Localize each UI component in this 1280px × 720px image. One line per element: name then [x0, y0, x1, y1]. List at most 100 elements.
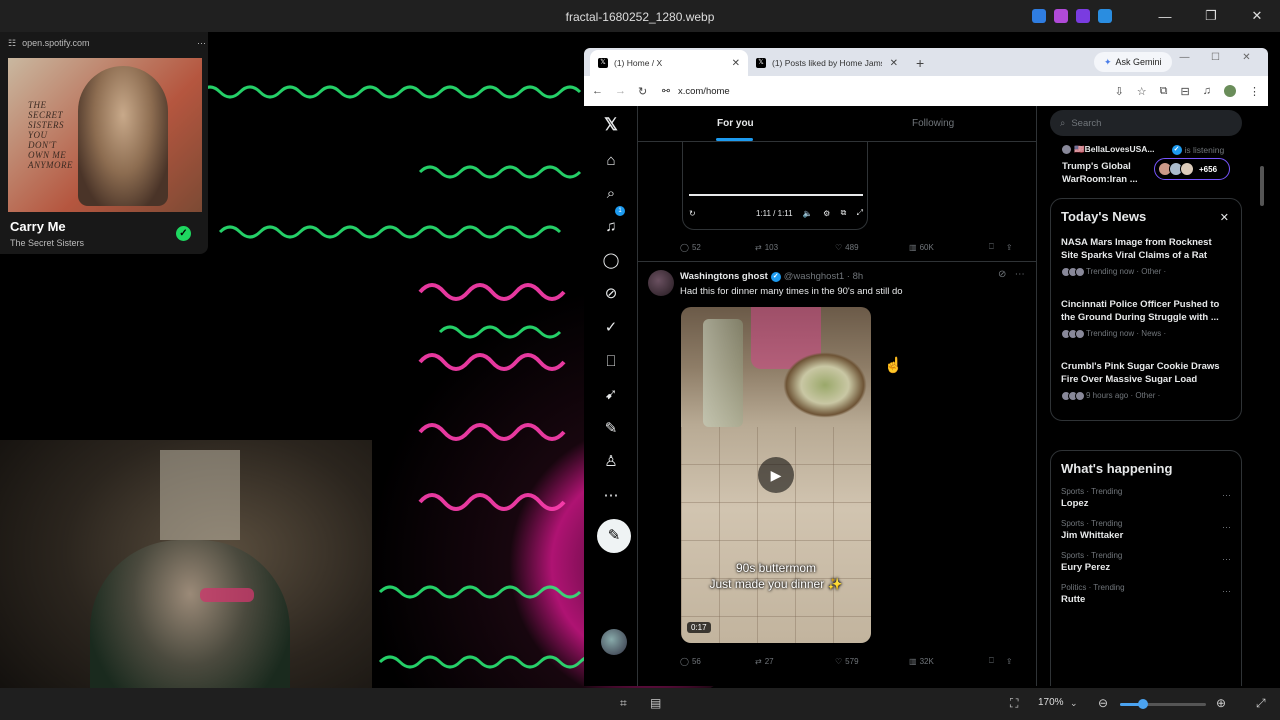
ask-gemini-button[interactable]: ✦ Ask Gemini [1094, 52, 1172, 72]
post-author-avatar[interactable] [648, 270, 674, 296]
menu-icon[interactable]: ⋮ [1249, 85, 1260, 98]
video-progress-bar[interactable] [689, 194, 863, 196]
grok-icon[interactable]: ⊘ [601, 284, 621, 304]
notifications-bell-icon[interactable]: ♫ [601, 217, 621, 237]
close-tab-icon[interactable]: ✕ [732, 58, 740, 69]
repost-button[interactable]: ⇄ 103 [755, 243, 835, 252]
play-icon[interactable]: ▶ [758, 457, 794, 493]
repost-button[interactable]: ⇄ 27 [755, 657, 835, 666]
trend-item[interactable]: Politics · Trending Rutte ⋯ [1051, 578, 1241, 610]
expand-icon[interactable]: ⤢ [1256, 696, 1266, 711]
tab-for-you[interactable]: For you [717, 118, 754, 129]
site-info-icon[interactable]: ⚯ [662, 86, 670, 97]
news-item[interactable]: NASA Mars Image from Rocknest Site Spark… [1051, 230, 1241, 284]
profile-icon[interactable]: ♙ [601, 452, 621, 472]
news-item[interactable]: Crumbl's Pink Sugar Cookie Draws Fire Ov… [1051, 354, 1241, 408]
news-item[interactable]: Cincinnati Police Officer Pushed to the … [1051, 292, 1241, 346]
post-video[interactable]: ▶ 90s buttermom Just made you dinner ✨ 0:… [681, 307, 871, 643]
close-icon[interactable]: ✕ [1234, 0, 1280, 32]
extensions-icon[interactable]: ⧉ [1160, 85, 1168, 98]
live-space-card[interactable]: 🇺🇸BellaLovesUSA... ✓ is listening Trump'… [1050, 140, 1242, 192]
new-tab-button[interactable]: + [906, 50, 934, 76]
install-icon[interactable]: ⇩ [1115, 85, 1124, 98]
pip-icon[interactable]: ⧉ [841, 208, 847, 218]
close-icon[interactable]: ✕ [1220, 211, 1229, 224]
settings-gear-icon[interactable]: ⚙ [823, 209, 830, 218]
premium-check-icon[interactable]: ✓ [601, 318, 621, 338]
bookmark-star-icon[interactable]: ☆ [1137, 85, 1147, 98]
app-tray-icon[interactable] [1076, 9, 1090, 23]
zoom-dropdown-icon[interactable]: ⌄ [1070, 698, 1078, 709]
like-button[interactable]: ♡ 489 [835, 243, 909, 252]
zoom-slider[interactable] [1120, 699, 1206, 709]
artist-name[interactable]: The Secret Sisters [10, 238, 84, 248]
saved-check-icon[interactable]: ✓ [176, 226, 191, 241]
share-icon[interactable]: ⇪ [1006, 657, 1013, 666]
close-icon[interactable]: ✕ [1231, 52, 1262, 63]
video-player[interactable]: ↻ 1:11 / 1:11 🔈 ⚙ ⧉ ⤢ [682, 142, 868, 230]
app-tray-icon[interactable] [1054, 9, 1068, 23]
more-icon[interactable]: ⋯ [197, 38, 206, 49]
trend-item[interactable]: Sports · Trending Eury Perez ⋯ [1051, 546, 1241, 578]
media-icon[interactable]: ♫ [1203, 85, 1211, 97]
minimize-icon[interactable]: — [1169, 52, 1200, 63]
fit-screen-icon[interactable]: ⛶ [1010, 696, 1018, 711]
scrollbar[interactable] [1260, 166, 1264, 206]
app-tray-icon[interactable] [1098, 9, 1112, 23]
trend-more-icon[interactable]: ⋯ [1222, 522, 1231, 533]
jobs-rocket-icon[interactable]: ➹ [601, 385, 621, 405]
fullscreen-icon[interactable]: ⤢ [857, 208, 863, 218]
close-tab-icon[interactable]: ✕ [890, 58, 898, 69]
info-icon[interactable]: ▤ [650, 696, 661, 710]
crop-icon[interactable]: ⌗ [620, 696, 627, 711]
tab-home-x[interactable]: 𝕏 (1) Home / X ✕ [590, 50, 748, 76]
reply-button[interactable]: ◯ 56 [680, 657, 755, 666]
account-avatar[interactable] [601, 629, 627, 655]
app-tray-icon[interactable] [1032, 9, 1046, 23]
zoom-in-icon[interactable]: ⊕ [1216, 696, 1226, 710]
back-icon[interactable]: ← [592, 85, 603, 97]
reply-button[interactable]: ◯ 52 [680, 243, 755, 252]
like-button[interactable]: ♡ 579 [835, 657, 909, 666]
post-author[interactable]: Washingtons ghost ✓ @washghost1 · 8h [680, 271, 863, 282]
settings-icon[interactable]: ☷ [8, 38, 16, 49]
search-input[interactable]: ⌕ Search [1050, 110, 1242, 136]
restore-icon[interactable]: ☐ [1200, 52, 1231, 63]
x-logo-icon[interactable]: 𝕏 [601, 115, 621, 135]
forward-icon[interactable]: → [615, 85, 626, 97]
views-button[interactable]: ▥ 60K [909, 243, 989, 252]
listeners-pill[interactable]: +656 [1154, 158, 1230, 180]
share-icon[interactable]: ⇪ [1006, 243, 1013, 252]
more-icon[interactable]: ⋯ [601, 486, 621, 506]
trend-item[interactable]: Sports · Trending Jim Whittaker ⋯ [1051, 514, 1241, 546]
zoom-level[interactable]: 170% [1038, 697, 1064, 708]
tab-search-icon[interactable]: ⊟ [1181, 85, 1190, 98]
video-time: 1:11 / 1:11 [755, 208, 793, 218]
tab-following[interactable]: Following [912, 118, 954, 129]
song-title[interactable]: Carry Me [10, 219, 66, 234]
volume-icon[interactable]: 🔈 [803, 209, 813, 218]
grok-icon[interactable]: ⊘ [998, 269, 1006, 280]
minimize-icon[interactable]: — [1142, 0, 1188, 32]
home-icon[interactable]: ⌂ [601, 151, 621, 171]
address-bar[interactable]: ⚯ x.com/home [662, 81, 1062, 101]
reload-icon[interactable]: ↻ [638, 85, 647, 98]
messages-icon[interactable]: ◯ [601, 251, 621, 271]
zoom-out-icon[interactable]: ⊖ [1098, 696, 1108, 710]
views-button[interactable]: ▥ 32K [909, 657, 989, 666]
post-more-icon[interactable]: ⋯ [1015, 269, 1025, 280]
restore-icon[interactable]: ❐ [1188, 0, 1234, 32]
trend-more-icon[interactable]: ⋯ [1222, 586, 1231, 597]
tab-liked-posts[interactable]: 𝕏(1) Posts liked by Home Jams (@✕ [748, 50, 906, 76]
trend-more-icon[interactable]: ⋯ [1222, 554, 1231, 565]
bookmark-icon[interactable]: ⎕ [989, 656, 994, 666]
bookmark-icon[interactable]: ⎕ [989, 242, 994, 252]
lists-icon[interactable]: ✎ [601, 419, 621, 439]
compose-post-button[interactable]: ✎ [597, 519, 631, 553]
replay-icon[interactable]: ↻ [689, 209, 696, 218]
bookmarks-icon[interactable]: ⎕ [601, 352, 621, 372]
profile-avatar[interactable] [1224, 85, 1236, 97]
trend-item[interactable]: Sports · Trending Lopez ⋯ [1051, 482, 1241, 514]
explore-search-icon[interactable]: ⌕ [601, 184, 621, 204]
trend-more-icon[interactable]: ⋯ [1222, 490, 1231, 501]
